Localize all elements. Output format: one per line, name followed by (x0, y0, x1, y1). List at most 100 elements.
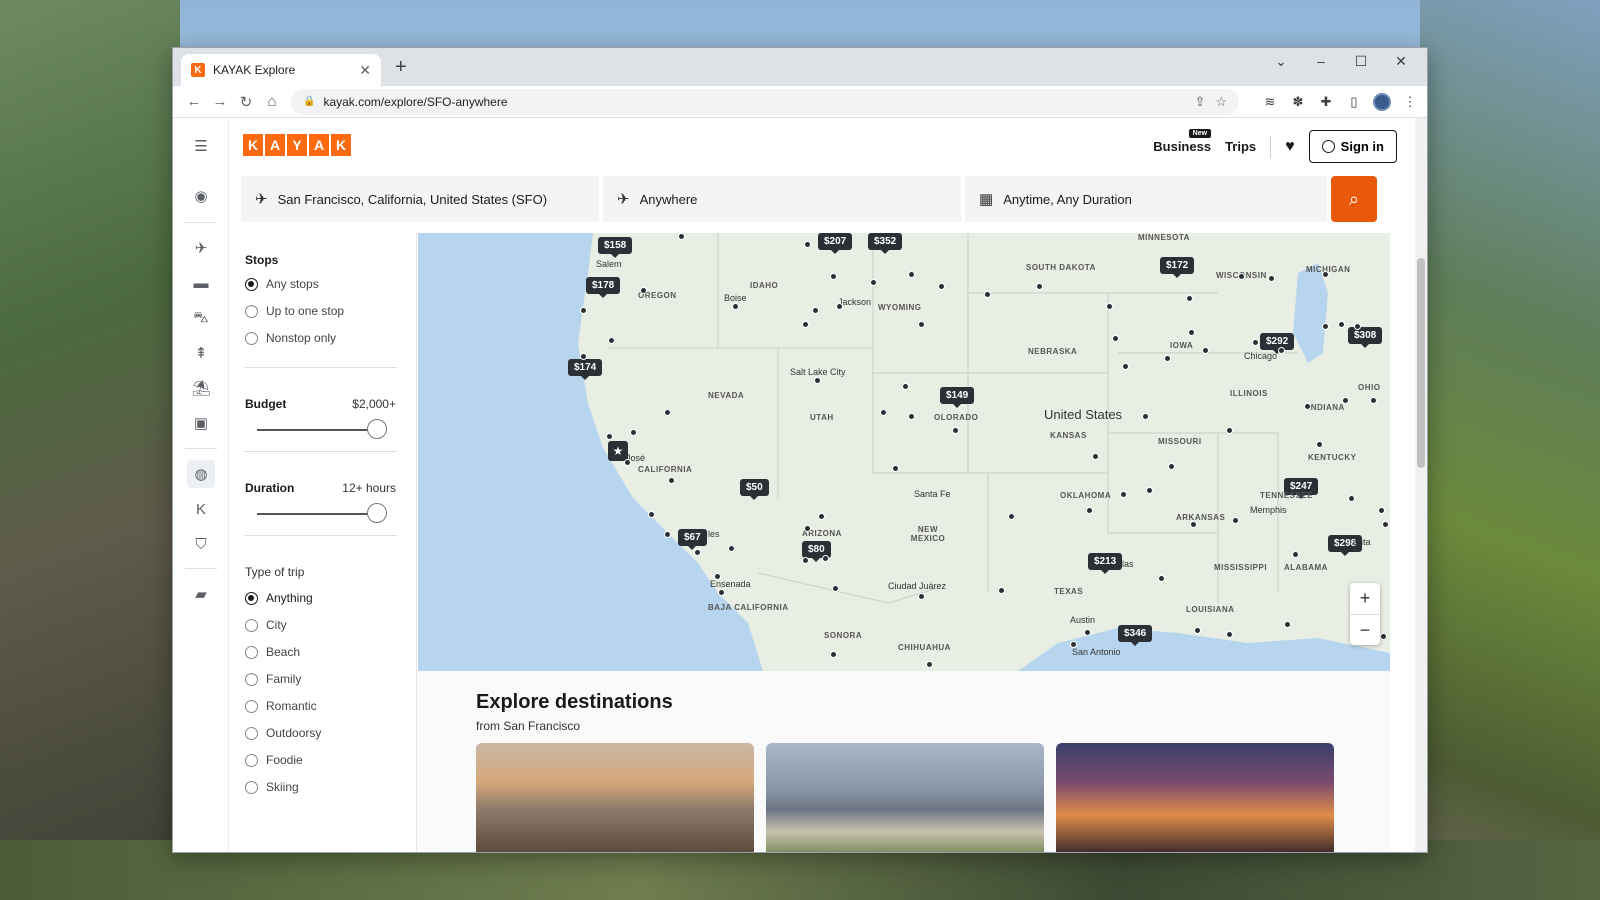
close-window-icon[interactable]: ✕ (1381, 48, 1421, 78)
trip-type-option-skiing[interactable]: Skiing (245, 780, 299, 794)
destination-dot[interactable] (1008, 513, 1015, 520)
destination-dot[interactable] (1226, 631, 1233, 638)
destination-dot[interactable] (802, 557, 809, 564)
destination-dot[interactable] (1380, 633, 1387, 640)
sign-in-button[interactable]: Sign in (1308, 130, 1397, 163)
destination-dot[interactable] (804, 525, 811, 532)
radio-button[interactable] (245, 304, 258, 318)
page-scrollbar[interactable] (1415, 118, 1427, 852)
extensions-puzzle-icon[interactable]: ✚ (1317, 94, 1335, 110)
destination-dot[interactable] (1202, 347, 1209, 354)
destination-dot[interactable] (802, 321, 809, 328)
destination-dot[interactable] (1268, 275, 1275, 282)
destination-dot[interactable] (678, 233, 685, 240)
shield-icon[interactable]: ⛉ (187, 530, 215, 558)
destination-dot[interactable] (1070, 641, 1077, 648)
price-pin[interactable]: $158 (598, 237, 633, 258)
destination-dot[interactable] (836, 303, 843, 310)
trip-type-option-beach[interactable]: Beach (245, 645, 300, 659)
destination-dot[interactable] (1194, 627, 1201, 634)
destination-dot[interactable] (870, 279, 877, 286)
cars-icon[interactable]: ⛍ (187, 304, 215, 332)
destination-dot[interactable] (1382, 521, 1389, 528)
destination-dot[interactable] (1370, 397, 1377, 404)
bookmark-star-icon[interactable]: ☆ (1215, 94, 1227, 110)
destination-dot[interactable] (608, 337, 615, 344)
destination-dot[interactable] (892, 465, 899, 472)
back-icon[interactable]: ← (181, 93, 207, 110)
destination-dot[interactable] (1164, 355, 1171, 362)
destination-dot[interactable] (818, 513, 825, 520)
side-panel-icon[interactable]: ▯ (1345, 94, 1363, 110)
duration-slider-handle[interactable] (367, 503, 387, 523)
budget-slider-handle[interactable] (367, 419, 387, 439)
destination-dot[interactable] (1086, 507, 1093, 514)
destination-dot[interactable] (880, 409, 887, 416)
dates-field[interactable]: ▦ Anytime, Any Duration (965, 176, 1327, 222)
destination-dot[interactable] (606, 433, 613, 440)
destination-dot[interactable] (1122, 363, 1129, 370)
destination-dot[interactable] (1322, 271, 1329, 278)
trip-type-option-foodie[interactable]: Foodie (245, 753, 303, 767)
price-pin[interactable]: $346 (1118, 625, 1153, 646)
destination-dot[interactable] (1284, 621, 1291, 628)
destination-dot[interactable] (830, 651, 837, 658)
destination-dot[interactable] (1232, 517, 1239, 524)
trip-type-option-city[interactable]: City (245, 618, 287, 632)
destination-dot[interactable] (908, 271, 915, 278)
trains-icon[interactable]: ▣ (187, 409, 215, 437)
trips-link[interactable]: Trips (1225, 139, 1256, 154)
forward-icon[interactable]: → (207, 93, 233, 110)
radio-button[interactable] (245, 780, 258, 794)
destination-dot[interactable] (580, 307, 587, 314)
scrollbar-thumb[interactable] (1417, 258, 1425, 468)
radio-button[interactable] (245, 591, 258, 605)
radio-button[interactable] (245, 699, 258, 713)
origin-field[interactable]: ✈ San Francisco, California, United Stat… (241, 176, 599, 222)
destination-dot[interactable] (1188, 329, 1195, 336)
trip-type-option-outdoorsy[interactable]: Outdoorsy (245, 726, 321, 740)
radio-button[interactable] (245, 277, 258, 291)
price-pin[interactable]: $308 (1348, 327, 1383, 348)
price-pin[interactable]: $178 (586, 277, 621, 298)
new-tab-icon[interactable]: + (395, 56, 407, 79)
address-bar[interactable]: 🔒 kayak.com/explore/SFO-anywhere ⇪ ☆ (291, 88, 1239, 115)
destination-dot[interactable] (1348, 495, 1355, 502)
destination-dot[interactable] (1190, 521, 1197, 528)
destination-dot[interactable] (1252, 339, 1259, 346)
destination-dot[interactable] (1106, 303, 1113, 310)
destination-dot[interactable] (580, 353, 587, 360)
packages-icon[interactable]: ⇞ (187, 339, 215, 367)
radio-button[interactable] (245, 618, 258, 632)
destination-dot[interactable] (952, 427, 959, 434)
beach-icon[interactable]: ⛱ (187, 374, 215, 402)
destination-dot[interactable] (718, 589, 725, 596)
destination-dot[interactable] (664, 409, 671, 416)
destination-dot[interactable] (926, 661, 933, 668)
destination-dot[interactable] (664, 531, 671, 538)
destination-dot[interactable] (918, 321, 925, 328)
destination-dot[interactable] (1316, 441, 1323, 448)
kayak-k-icon[interactable]: K (187, 495, 215, 523)
destination-dot[interactable] (1112, 335, 1119, 342)
radio-button[interactable] (245, 753, 258, 767)
destination-dot[interactable] (938, 283, 945, 290)
hotels-icon[interactable]: ▬ (187, 269, 215, 297)
share-icon[interactable]: ⇪ (1194, 94, 1205, 110)
destination-dot[interactable] (732, 303, 739, 310)
destination-dot[interactable] (832, 585, 839, 592)
layers-extension-icon[interactable]: ≋ (1261, 94, 1279, 110)
stops-option-one[interactable]: Up to one stop (245, 304, 344, 318)
destination-dot[interactable] (640, 287, 647, 294)
destination-dot[interactable] (1158, 575, 1165, 582)
destination-dot[interactable] (1226, 427, 1233, 434)
destination-dot[interactable] (1146, 487, 1153, 494)
destination-card-las-vegas[interactable] (476, 743, 754, 852)
trip-type-option-family[interactable]: Family (245, 672, 301, 686)
radio-button[interactable] (245, 726, 258, 740)
zoom-in-button[interactable]: + (1350, 583, 1380, 614)
destination-dot[interactable] (804, 241, 811, 248)
destination-dot[interactable] (668, 477, 675, 484)
business-link[interactable]: Business New (1153, 129, 1212, 154)
destination-dot[interactable] (984, 291, 991, 298)
